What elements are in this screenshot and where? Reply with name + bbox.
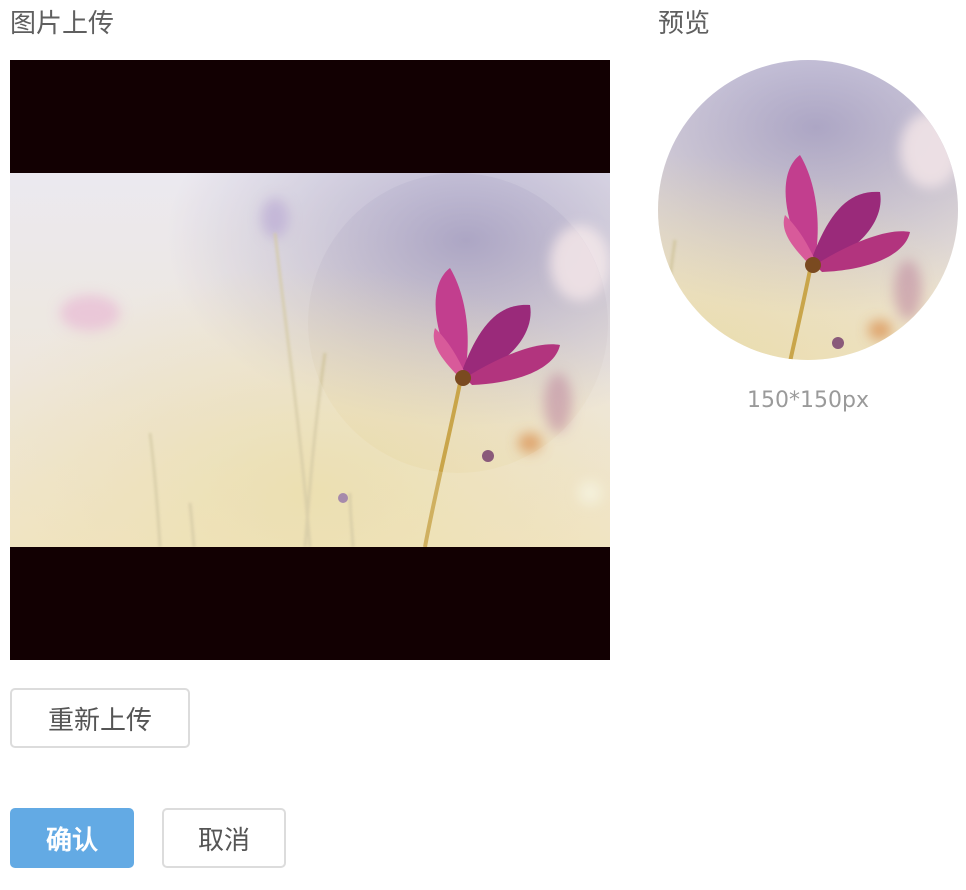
preview-size-label: 150*150px [747, 388, 869, 413]
confirm-button[interactable]: 确认 [10, 808, 134, 868]
preview-section-title: 预览 [658, 9, 711, 39]
avatar-preview [658, 60, 958, 360]
upload-section-title: 图片上传 [10, 9, 115, 39]
reupload-button[interactable]: 重新上传 [10, 688, 190, 748]
cancel-button[interactable]: 取消 [162, 808, 286, 868]
crop-stage[interactable] [10, 60, 610, 660]
confirm-button-label: 确认 [45, 825, 98, 856]
reupload-button-label: 重新上传 [47, 705, 152, 736]
cancel-button-label: 取消 [197, 825, 250, 856]
crop-selection-circle[interactable] [308, 173, 608, 473]
